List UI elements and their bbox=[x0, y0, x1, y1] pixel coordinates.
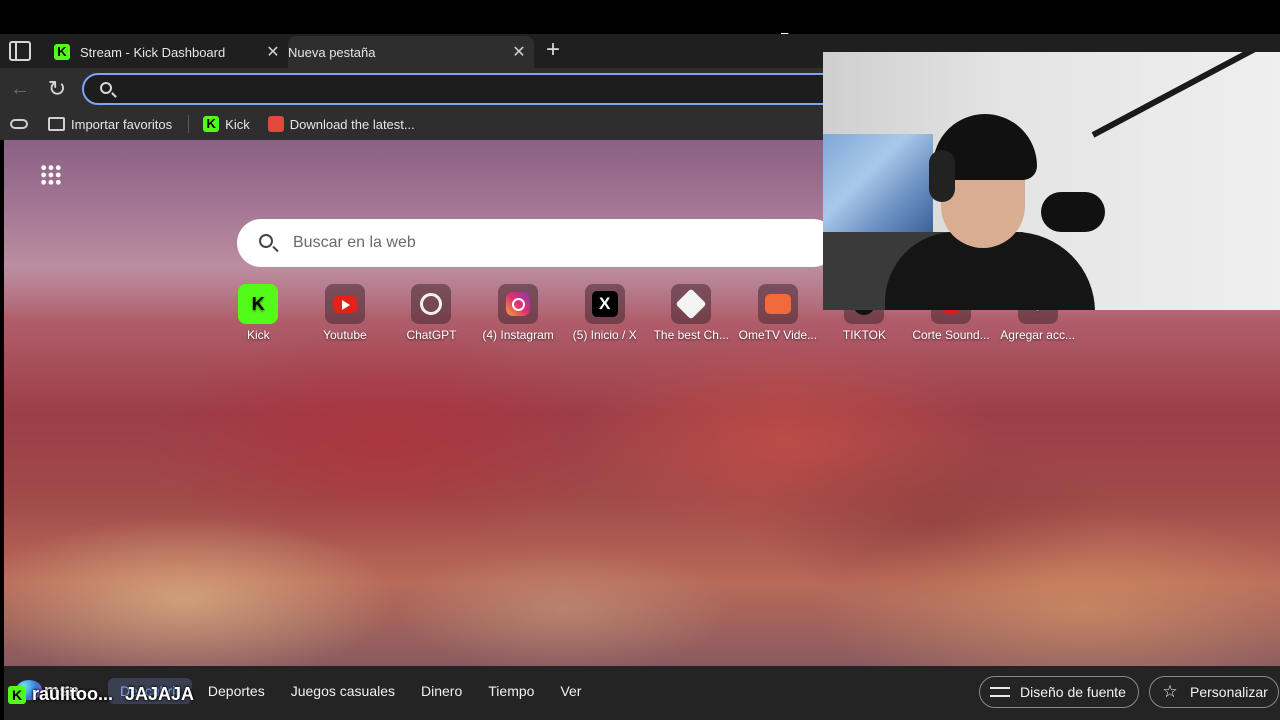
feed-tab-juegos-casuales[interactable]: Juegos casuales bbox=[281, 678, 405, 704]
tab-nueva-pestana[interactable]: Nueva pestaña ✕ bbox=[288, 36, 534, 190]
chat-username: raulitoo... bbox=[32, 684, 113, 704]
msn-feed-bar: msn Descubrir Deportes Juegos casuales D… bbox=[4, 666, 1280, 720]
tab-title: Stream - Kick Dashboard bbox=[80, 44, 226, 60]
reload-button[interactable]: ↻ bbox=[44, 76, 70, 102]
quick-link-label: (4) Instagram bbox=[482, 328, 554, 342]
youtube-icon bbox=[324, 284, 365, 324]
quick-link-chatgpt[interactable]: ChatGPT bbox=[388, 284, 475, 342]
bookmark-label: Download the latest... bbox=[289, 116, 415, 132]
tab-stream-kick-dashboard[interactable]: K Stream - Kick Dashboard ✕ bbox=[46, 36, 288, 68]
font-layout-button[interactable]: Diseño de fuente bbox=[979, 676, 1139, 708]
feed-tab-deportes[interactable]: Deportes bbox=[198, 678, 275, 704]
quick-link-label: Youtube bbox=[323, 328, 367, 342]
headset-image bbox=[929, 150, 955, 202]
bookmark-label: Importar favoritos bbox=[71, 116, 173, 132]
quick-link-label: Agregar acc... bbox=[1000, 328, 1075, 342]
address-bar[interactable] bbox=[82, 73, 842, 105]
kick-icon: K bbox=[54, 44, 70, 60]
tab-close-icon[interactable]: ✕ bbox=[262, 42, 284, 62]
quick-link-label: Kick bbox=[246, 328, 270, 342]
search-icon bbox=[100, 82, 112, 94]
kick-icon: K bbox=[203, 116, 220, 132]
quick-link-youtube[interactable]: Youtube bbox=[302, 284, 389, 342]
quick-link-ometv[interactable]: OmeTV Vide... bbox=[735, 284, 822, 342]
address-input[interactable] bbox=[124, 79, 824, 99]
tab-close-icon[interactable]: ✕ bbox=[508, 42, 530, 62]
bookmark-label: Kick bbox=[225, 116, 250, 132]
quick-link-instagram[interactable]: (4) Instagram bbox=[475, 284, 562, 342]
tab-actions-menu-icon[interactable] bbox=[9, 41, 31, 61]
personalize-label: Personalizar bbox=[1190, 684, 1268, 700]
font-layout-label: Diseño de fuente bbox=[1020, 684, 1126, 700]
feed-tab-tiempo[interactable]: Tiempo bbox=[478, 678, 544, 704]
chatgpt-icon bbox=[411, 284, 452, 324]
new-tab-button[interactable]: + bbox=[540, 36, 566, 64]
search-icon bbox=[259, 234, 273, 248]
quick-link-label: Corte Sound... bbox=[912, 328, 990, 342]
stream-chat-overlay: K raulitoo... JAJAJA bbox=[8, 684, 194, 705]
star-icon: ☆ bbox=[1162, 682, 1178, 701]
instagram-icon bbox=[498, 284, 539, 324]
chat-message: JAJAJA bbox=[125, 684, 195, 704]
feed-tab-ver[interactable]: Ver bbox=[550, 678, 591, 704]
mic-arm-image bbox=[1091, 52, 1280, 138]
tab-title: Nueva pestaña bbox=[288, 44, 376, 60]
ometv-icon bbox=[757, 284, 798, 324]
x-icon: X bbox=[584, 284, 625, 324]
apps-grid-icon[interactable] bbox=[40, 164, 62, 186]
bookmarks-divider bbox=[188, 115, 190, 133]
quick-link-x[interactable]: X (5) Inicio / X bbox=[561, 284, 648, 342]
quick-link-label: The best Ch... bbox=[653, 328, 729, 342]
sidebar-toggle-icon[interactable] bbox=[10, 119, 28, 129]
wall-poster-image bbox=[823, 134, 933, 234]
chess-icon bbox=[671, 284, 712, 324]
personalize-button[interactable]: ☆ Personalizar bbox=[1149, 676, 1279, 708]
webcam-overlay bbox=[823, 52, 1280, 310]
quick-link-label: ChatGPT bbox=[406, 328, 457, 342]
quick-link-label: OmeTV Vide... bbox=[738, 328, 818, 342]
kick-icon: K bbox=[238, 284, 279, 324]
bookmark-importar-favoritos[interactable]: Importar favoritos bbox=[42, 111, 178, 137]
quick-link-kick[interactable]: K Kick bbox=[215, 284, 302, 342]
quick-link-label: TIKTOK bbox=[842, 328, 887, 342]
feed-tab-dinero[interactable]: Dinero bbox=[411, 678, 472, 704]
quick-link-chess[interactable]: The best Ch... bbox=[648, 284, 735, 342]
import-icon bbox=[48, 117, 65, 131]
microphone-image bbox=[1041, 192, 1105, 232]
web-search-box[interactable] bbox=[237, 219, 837, 267]
sliders-icon bbox=[990, 684, 1010, 700]
kick-badge-icon: K bbox=[8, 685, 26, 704]
back-button[interactable]: ← bbox=[7, 76, 33, 102]
bookmark-download-latest[interactable]: Download the latest... bbox=[262, 111, 421, 137]
web-search-input[interactable] bbox=[293, 233, 793, 253]
download-icon bbox=[267, 116, 284, 132]
screen-top-edge bbox=[0, 0, 1280, 34]
quick-link-label: (5) Inicio / X bbox=[572, 328, 637, 342]
bookmark-kick[interactable]: K Kick bbox=[197, 111, 256, 137]
